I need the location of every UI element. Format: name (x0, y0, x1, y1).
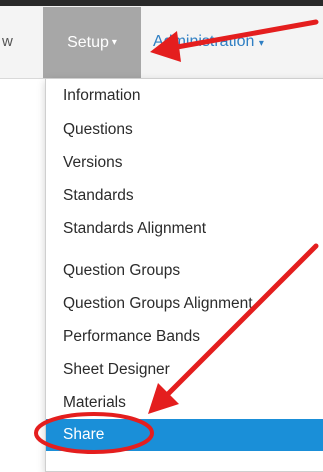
menu-item-question-groups-alignment[interactable]: Question Groups Alignment (46, 289, 323, 319)
nav-setup-label: Setup (67, 33, 109, 51)
menu-item-question-groups[interactable]: Question Groups (46, 256, 323, 286)
chevron-down-icon: ▾ (258, 38, 264, 49)
menu-item-information[interactable]: Information (46, 81, 323, 111)
menu-item-standards[interactable]: Standards (46, 181, 323, 211)
menu-item-questions[interactable]: Questions (46, 115, 323, 145)
menu-item-sheet-designer[interactable]: Sheet Designer (46, 355, 323, 385)
menu-item-versions[interactable]: Versions (46, 148, 323, 178)
nav-item-previous[interactable]: w (0, 22, 38, 62)
menu-item-standards-alignment[interactable]: Standards Alignment (46, 214, 323, 244)
menu-item-share[interactable]: Share (46, 419, 323, 451)
setup-dropdown-menu: Information Questions Versions Standards… (45, 78, 323, 472)
menu-item-materials[interactable]: Materials (46, 388, 323, 418)
nav-administration-label: Administration (153, 33, 255, 50)
nav-setup-dropdown[interactable]: Setup ▾ (43, 7, 141, 78)
nav-administration-dropdown[interactable]: Administration ▾ (153, 22, 264, 62)
chevron-down-icon: ▾ (111, 37, 117, 48)
menu-item-performance-bands[interactable]: Performance Bands (46, 322, 323, 352)
top-strip (0, 0, 323, 6)
top-navigation-bar: w Setup ▾ Administration ▾ (0, 0, 323, 79)
